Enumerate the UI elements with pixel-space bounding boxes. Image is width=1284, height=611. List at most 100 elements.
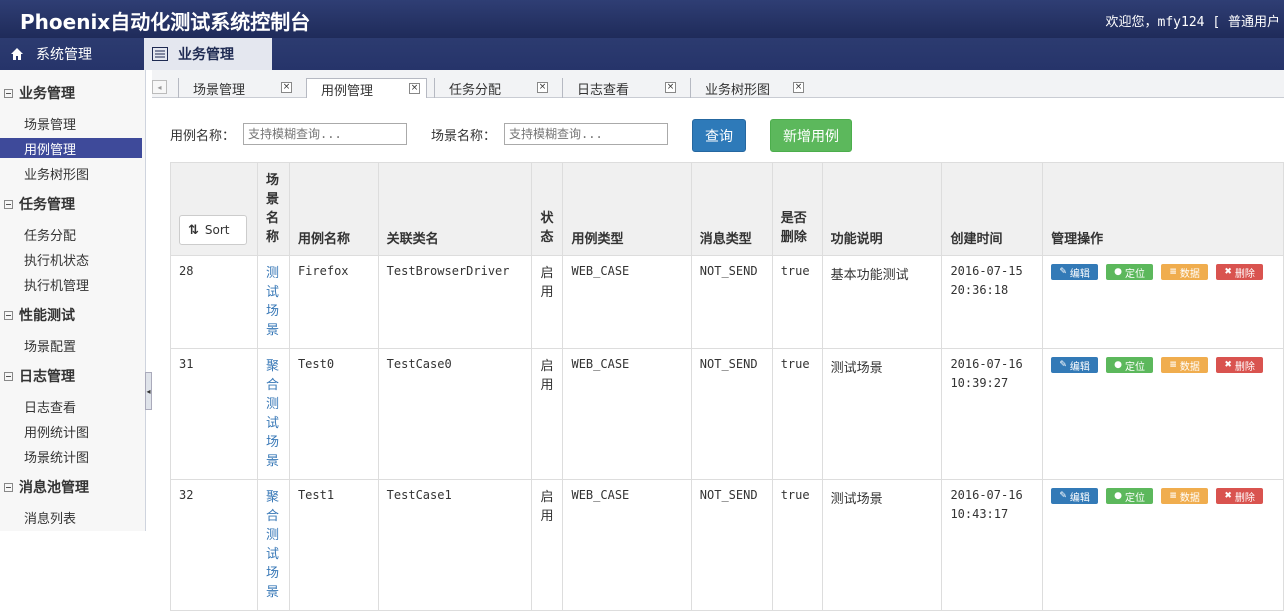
sort-button[interactable]: ⇅ Sort — [179, 215, 247, 245]
cell-case-type: WEB_CASE — [562, 479, 692, 611]
nav-business-label: 业务管理 — [178, 47, 234, 63]
list-icon: ≡ — [1169, 491, 1177, 501]
cell-status: 启用 — [531, 479, 564, 611]
cell-case: Firefox — [288, 255, 379, 349]
cell-deleted: true — [771, 348, 823, 480]
sidebar-collapse-handle[interactable]: ◂ — [145, 372, 152, 410]
tab-business-tree[interactable]: 业务树形图 × — [690, 78, 810, 98]
cell-class: TestCase0 — [377, 348, 533, 480]
collapse-icon — [4, 371, 13, 381]
scene-link[interactable]: 聚合测试场景 — [266, 488, 280, 602]
chevron-left-icon: ◂ — [157, 82, 162, 92]
app-title: Phoenix自动化测试系统控制台 — [20, 10, 311, 34]
edit-icon: ✎ — [1059, 360, 1067, 370]
sidebar-item-executor-management[interactable]: 执行机管理 — [0, 274, 142, 294]
list-icon: ≡ — [1169, 360, 1177, 370]
sidebar-item-message-list[interactable]: 消息列表 — [0, 507, 142, 527]
nav-system-label: 系统管理 — [36, 47, 92, 63]
data-button[interactable]: ≡ 数据 — [1161, 357, 1209, 373]
cell-class: TestCase1 — [377, 479, 533, 611]
edit-icon: ✎ — [1059, 267, 1067, 277]
cell-id: 32 — [170, 479, 258, 611]
cell-msg-type: NOT_SEND — [690, 348, 773, 480]
col-header-desc: 功能说明 — [821, 162, 943, 256]
cell-case-type: WEB_CASE — [562, 255, 692, 349]
add-case-button[interactable]: 新增用例 — [770, 119, 852, 152]
data-button[interactable]: ≡ 数据 — [1161, 488, 1209, 504]
close-icon[interactable]: × — [409, 83, 420, 94]
cell-ops: ✎ 编辑 ● 定位 ≡ 数据 ✖ 删除 — [1042, 348, 1284, 480]
tab-log-view[interactable]: 日志查看 × — [562, 78, 682, 98]
case-name-input[interactable] — [243, 123, 407, 145]
edit-button[interactable]: ✎ 编辑 — [1051, 264, 1099, 280]
close-icon[interactable]: × — [537, 82, 548, 93]
tab-task-assign[interactable]: 任务分配 × — [434, 78, 554, 98]
sidebar-group-log[interactable]: 日志管理 — [0, 365, 146, 387]
col-header-created: 创建时间 — [941, 162, 1044, 256]
scene-name-input[interactable] — [504, 123, 668, 145]
sidebar-item-task-assign[interactable]: 任务分配 — [0, 224, 142, 244]
close-icon[interactable]: × — [793, 82, 804, 93]
case-name-label: 用例名称： — [170, 129, 236, 144]
locate-button[interactable]: ● 定位 — [1106, 488, 1154, 504]
edit-button[interactable]: ✎ 编辑 — [1051, 488, 1099, 504]
sidebar-group-performance[interactable]: 性能测试 — [0, 304, 146, 326]
tab-scroll-left[interactable]: ◂ — [152, 80, 167, 94]
sidebar-item-case-management[interactable]: 用例管理 — [0, 138, 142, 158]
delete-button[interactable]: ✖ 删除 — [1216, 488, 1264, 504]
tab-scene-management[interactable]: 场景管理 × — [178, 78, 298, 98]
sidebar-group-message-pool[interactable]: 消息池管理 — [0, 476, 146, 498]
close-icon[interactable]: × — [665, 82, 676, 93]
delete-button[interactable]: ✖ 删除 — [1216, 264, 1264, 280]
cell-deleted: true — [771, 479, 823, 611]
locate-button[interactable]: ● 定位 — [1106, 264, 1154, 280]
nav-system-management[interactable]: 系统管理 — [0, 38, 142, 70]
map-marker-icon: ● — [1114, 267, 1123, 277]
col-header-case: 用例名称 — [288, 162, 379, 256]
col-header-case-type: 用例类型 — [562, 162, 692, 256]
case-table: ⇅ Sort 场景名称 用例名称 关联类名 状态 用例类型 消息类型 是否删除 功… — [170, 162, 1284, 611]
cell-created: 2016-07-15 20:36:18 — [941, 255, 1044, 349]
query-button[interactable]: 查询 — [692, 119, 746, 152]
tab-bar: ◂ 场景管理 × 用例管理 × 任务分配 × 日志查看 × 业务树形图 × — [152, 70, 1284, 99]
table-row: 31 聚合测试场景 Test0 TestCase0 启用 WEB_CASE NO… — [170, 348, 1284, 480]
cell-scene: 测试场景 — [256, 255, 290, 349]
cell-ops: ✎ 编辑 ● 定位 ≡ 数据 ✖ 删除 — [1042, 255, 1284, 349]
sidebar-group-business[interactable]: 业务管理 — [0, 82, 146, 104]
collapse-icon — [4, 88, 13, 98]
cell-id: 28 — [170, 255, 258, 349]
data-button[interactable]: ≡ 数据 — [1161, 264, 1209, 280]
edit-icon: ✎ — [1059, 491, 1067, 501]
cell-created: 2016-07-16 10:43:17 — [941, 479, 1044, 611]
tab-case-management[interactable]: 用例管理 × — [306, 78, 427, 99]
sidebar-item-scene-config[interactable]: 场景配置 — [0, 335, 142, 355]
user-role-link[interactable]: 普通用户 — [1228, 15, 1280, 30]
sidebar-item-scene-stats[interactable]: 场景统计图 — [0, 446, 142, 466]
cell-desc: 测试场景 — [821, 348, 943, 480]
col-header-msg-type: 消息类型 — [690, 162, 773, 256]
sidebar-item-scene-management[interactable]: 场景管理 — [0, 113, 142, 133]
sidebar-item-executor-status[interactable]: 执行机状态 — [0, 249, 142, 269]
cell-id: 31 — [170, 348, 258, 480]
nav-business-management[interactable]: 业务管理 — [144, 38, 272, 70]
cell-msg-type: NOT_SEND — [690, 255, 773, 349]
locate-button[interactable]: ● 定位 — [1106, 357, 1154, 373]
sidebar-item-log-view[interactable]: 日志查看 — [0, 396, 142, 416]
welcome-text: 欢迎您，mfy124 [ — [1105, 15, 1221, 30]
cell-msg-type: NOT_SEND — [690, 479, 773, 611]
user-info: 欢迎您，mfy124 [ 普通用户 — [1106, 11, 1280, 30]
sidebar-item-case-stats[interactable]: 用例统计图 — [0, 421, 142, 441]
delete-button[interactable]: ✖ 删除 — [1216, 357, 1264, 373]
cell-ops: ✎ 编辑 ● 定位 ≡ 数据 ✖ 删除 — [1042, 479, 1284, 611]
chevron-left-icon: ◂ — [146, 386, 151, 396]
home-icon — [10, 47, 26, 61]
close-icon: ✖ — [1224, 267, 1232, 277]
scene-link[interactable]: 测试场景 — [266, 264, 280, 340]
sidebar-item-business-tree[interactable]: 业务树形图 — [0, 163, 142, 183]
scene-link[interactable]: 聚合测试场景 — [266, 357, 280, 471]
table-row: 28 测试场景 Firefox TestBrowserDriver 启用 WEB… — [170, 255, 1284, 349]
edit-button[interactable]: ✎ 编辑 — [1051, 357, 1099, 373]
close-icon[interactable]: × — [281, 82, 292, 93]
sidebar-group-task[interactable]: 任务管理 — [0, 193, 146, 215]
list-icon: ≡ — [1169, 267, 1177, 277]
